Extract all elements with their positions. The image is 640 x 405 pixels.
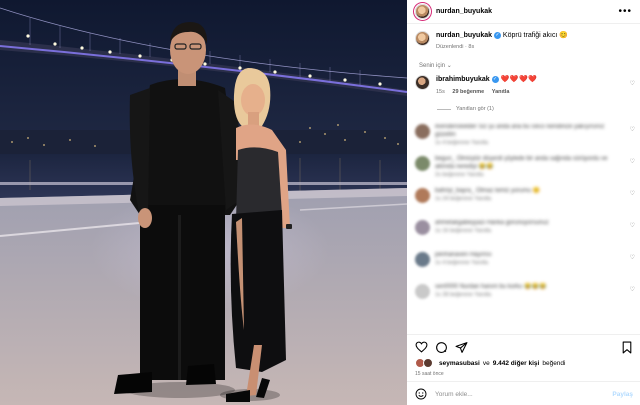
comment-age: 15s xyxy=(436,89,445,95)
post-header: nurdan_buyukak ••• xyxy=(407,0,640,24)
comment-username[interactable]: ibrahimbuyukak xyxy=(436,76,490,83)
first-liker[interactable]: seymasubasi xyxy=(439,360,480,367)
comment-meta: 1s 16 beğenme Yanıtla xyxy=(435,228,492,234)
featured-comment: ibrahimbuyukak ✓ ❤️❤️❤️❤️ 15s 29 beğenme… xyxy=(415,75,637,97)
chevron-down-icon: ⌄ xyxy=(446,63,452,69)
liker-avatars xyxy=(415,358,435,368)
verified-badge-icon: ✓ xyxy=(491,75,499,83)
comment-item: bahriyi_bayra_ Olmaz temiz yorumu 😊 1s 2… xyxy=(415,182,637,214)
comment-list: ilvenderiskelder Siz şu anda ana bu sıkı… xyxy=(415,118,637,310)
comment-text: sen0000 Nurdan hanım bu korku 😂😂😂 xyxy=(435,284,547,290)
for-you-label: Senin için xyxy=(419,63,446,69)
comment-box-divider xyxy=(407,381,640,382)
comment-like-heart-icon[interactable]: ♡ xyxy=(630,190,635,197)
comment-meta: 1s 4 beğenme Yanıtla xyxy=(435,260,489,266)
comment-avatar[interactable] xyxy=(415,252,430,267)
post-comment-button[interactable]: Paylaş xyxy=(612,391,633,398)
caption-username[interactable]: nurdan_buyukak xyxy=(436,32,492,39)
comment-avatar[interactable] xyxy=(415,124,430,139)
bookmark-icon[interactable] xyxy=(620,341,633,354)
post-actions xyxy=(415,340,633,354)
post-caption: nurdan_buyukak ✓ Köprü trafiği akıcı 😊 D… xyxy=(415,31,635,52)
heart-icon[interactable] xyxy=(415,341,428,354)
comment-item: ilvenderiskelder Siz şu anda ana bu sıkı… xyxy=(415,118,637,150)
comment-avatar[interactable] xyxy=(415,284,430,299)
post-time: 15 saat önce xyxy=(415,371,444,377)
edited-label: Düzenlendi xyxy=(436,44,464,50)
comment-likes[interactable]: 29 beğenme xyxy=(452,89,484,95)
comment-avatar[interactable] xyxy=(415,156,430,171)
comment-text: bahriyi_bayra_ Olmaz temiz yorumu 😊 xyxy=(435,188,541,194)
likes-summary[interactable]: seymasubasi ve 9.442 diğer kişi beğendi xyxy=(415,358,565,368)
comment-item: ahmetakgabeyyazi Harika görünüyorsunuz 1… xyxy=(415,214,637,246)
comment-input[interactable]: Yorum ekle... xyxy=(435,391,612,398)
comment-meta: 2s beğenme Yanıtla xyxy=(435,172,484,178)
caption-age: 8s xyxy=(468,44,475,50)
comment-text: begun_ Ölmüştür düşerdi şöylede bir anda… xyxy=(435,156,608,170)
likes-suffix: beğendi xyxy=(542,359,566,367)
actions-divider xyxy=(407,334,640,335)
post-sidebar: nurdan_buyukak ••• nurdan_buyukak ✓ Köpr… xyxy=(407,0,640,405)
see-replies-label: Yanıtları gör (1) xyxy=(456,106,494,112)
comment-text: ilvenderiskelder Siz şu anda ana bu sıkı… xyxy=(435,124,605,138)
reply-button[interactable]: Yanıtla xyxy=(492,89,510,95)
replies-divider-line xyxy=(437,108,451,110)
caption-text: Köprü trafiği akıcı 😊 xyxy=(502,32,569,39)
comment-meta: 1s 28 beğenme Yanıtla xyxy=(435,292,492,298)
comment-item: sen0000 Nurdan hanım bu korku 😂😂😂 1s 28 … xyxy=(415,278,637,310)
add-comment-bar: Yorum ekle... Paylaş xyxy=(415,386,633,402)
comment-text: ahmetakgabeyyazi Harika görünüyorsunuz xyxy=(435,220,549,226)
for-you-filter[interactable]: Senin için ⌄ xyxy=(419,62,452,69)
comment-like-heart-icon[interactable]: ♡ xyxy=(630,126,635,133)
comment-icon[interactable] xyxy=(435,341,448,354)
author-username[interactable]: nurdan_buyukak xyxy=(436,8,492,15)
others-count[interactable]: 9.442 diğer kişi xyxy=(493,360,540,367)
comment-like-heart-icon[interactable]: ♡ xyxy=(630,222,635,229)
comment-avatar[interactable] xyxy=(415,188,430,203)
comment-item: begun_ Ölmüştür düşerdi şöylede bir anda… xyxy=(415,150,637,182)
send-icon[interactable] xyxy=(455,341,468,354)
comment-avatar[interactable] xyxy=(415,220,430,235)
comment-like-heart-icon[interactable]: ♡ xyxy=(630,286,635,293)
likes-connector: ve xyxy=(482,359,490,367)
comment-like-heart-icon[interactable]: ♡ xyxy=(630,80,635,87)
comment-like-heart-icon[interactable]: ♡ xyxy=(630,158,635,165)
post-image xyxy=(0,0,407,405)
comment-meta: 1s 4 beğenme Yanıtla xyxy=(435,140,489,146)
comment-like-heart-icon[interactable]: ♡ xyxy=(630,254,635,261)
caption-avatar[interactable] xyxy=(415,31,430,46)
emoji-icon[interactable] xyxy=(415,388,427,400)
see-replies-button[interactable]: Yanıtları gör (1) xyxy=(437,106,494,112)
comment-item: perihanaven Hayırlısı 1s 4 beğenme Yanıt… xyxy=(415,246,637,278)
comment-meta: 1s 24 beğenme Yanıtla xyxy=(435,196,492,202)
comment-text: perihanaven Hayırlısı xyxy=(435,252,492,258)
more-horizontal-icon[interactable]: ••• xyxy=(618,6,632,17)
comment-avatar[interactable] xyxy=(415,75,430,90)
verified-badge-icon: ✓ xyxy=(493,31,501,39)
comment-text: ❤️❤️❤️❤️ xyxy=(500,76,538,83)
post-photo[interactable] xyxy=(0,0,407,405)
author-avatar[interactable] xyxy=(415,4,430,19)
